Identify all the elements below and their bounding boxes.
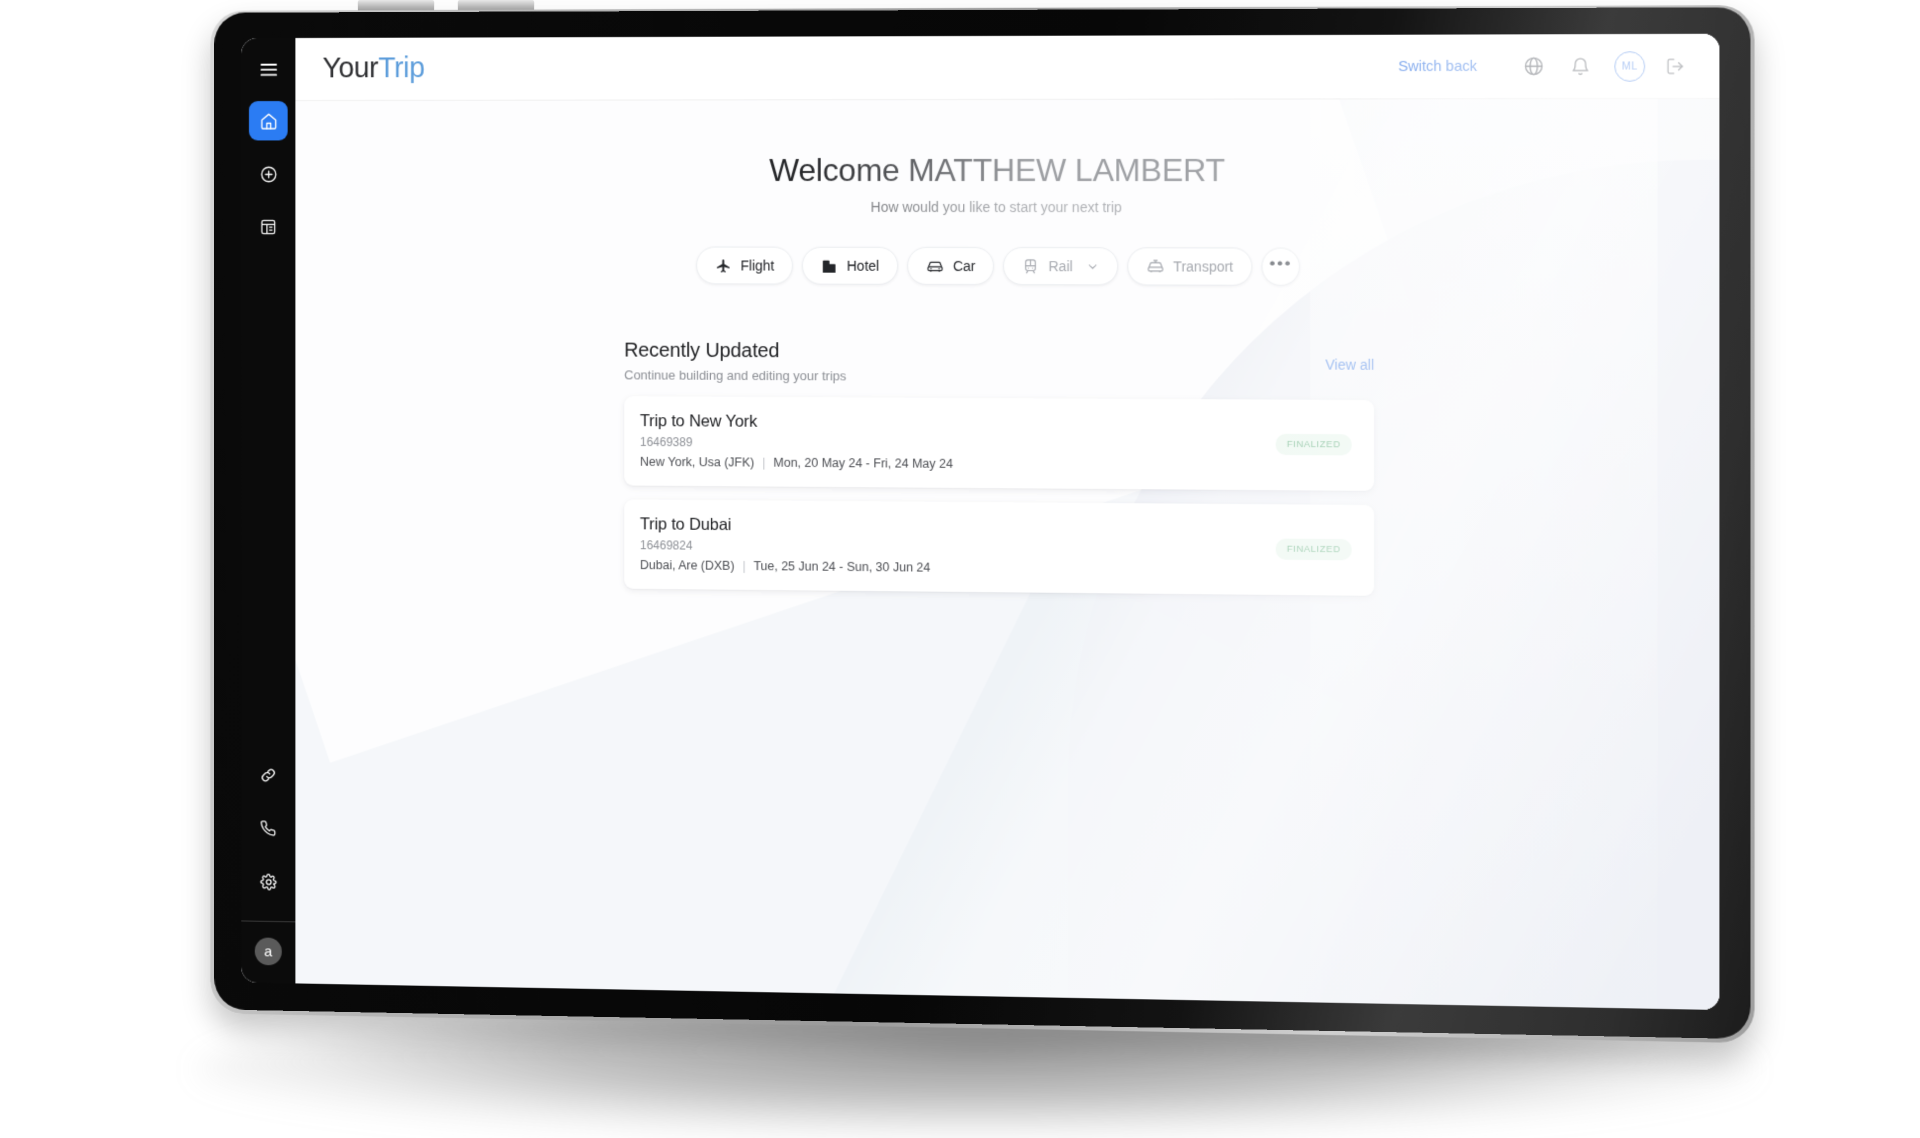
service-chip-hotel[interactable]: Hotel [802, 246, 899, 285]
sidebar-item-support-phone[interactable] [249, 808, 288, 848]
logout-icon [1665, 56, 1686, 76]
sidebar-account-avatar[interactable]: a [254, 937, 282, 966]
logo-text-primary: Your [322, 52, 379, 85]
header-spacer [425, 67, 1398, 69]
train-icon [1022, 258, 1039, 275]
link-icon [260, 766, 277, 784]
trip-meta: New York, Usa (JFK) | Mon, 20 May 24 - F… [640, 455, 1276, 473]
home-icon [259, 111, 277, 130]
switch-back-link[interactable]: Switch back [1398, 58, 1477, 74]
sidebar-item-links[interactable] [249, 755, 288, 795]
page-title: Welcome MATTHEW LAMBERT [295, 152, 1719, 190]
trip-dates: Mon, 20 May 24 - Fri, 24 May 24 [773, 455, 953, 471]
section-header-spacer [846, 341, 1325, 343]
bell-icon [1570, 56, 1591, 76]
section-header: Recently Updated Continue building and e… [624, 340, 1374, 386]
main-column: YourTrip Switch back ML Welcome MATTHEW … [295, 33, 1720, 1011]
trip-card-dubai[interactable]: Trip to Dubai 16469824 Dubai, Are (DXB) … [624, 499, 1375, 596]
app-root: a YourTrip Switch back ML Welcome MATTHE… [241, 33, 1720, 1011]
service-chip-rail[interactable]: Rail [1003, 247, 1118, 286]
device-bezel: a YourTrip Switch back ML Welcome MATTHE… [214, 7, 1751, 1040]
service-chip-label: Transport [1173, 258, 1234, 275]
section-subtitle: Continue building and editing your trips [624, 367, 847, 384]
user-avatar[interactable]: ML [1614, 50, 1646, 82]
meta-separator: | [762, 455, 766, 470]
trip-dates: Tue, 25 Jun 24 - Sun, 30 Jun 24 [753, 559, 931, 575]
globe-icon [1523, 56, 1545, 77]
trip-card-new-york[interactable]: Trip to New York 16469389 New York, Usa … [624, 396, 1375, 491]
status-badge: FINALIZED [1275, 538, 1352, 561]
service-chip-label: Rail [1048, 258, 1073, 275]
page-subtitle: How would you like to start your next tr… [295, 199, 1719, 216]
left-sidebar: a [241, 38, 296, 984]
trip-card-body: Trip to Dubai 16469824 Dubai, Are (DXB) … [640, 515, 1276, 577]
service-selector-row: Flight Hotel Car Rail Transport ••• [295, 246, 1719, 287]
recently-updated-section: Recently Updated Continue building and e… [624, 340, 1375, 596]
service-chip-label: Flight [740, 257, 775, 274]
sidebar-divider [241, 920, 296, 923]
trip-id: 16469389 [639, 435, 693, 450]
welcome-hero: Welcome MATTHEW LAMBERT How would you li… [295, 152, 1719, 216]
trip-title: Trip to New York [639, 412, 758, 431]
meta-separator: | [742, 558, 746, 573]
gear-icon [259, 872, 277, 891]
service-chip-car[interactable]: Car [907, 246, 995, 286]
app-logo[interactable]: YourTrip [323, 52, 425, 85]
tablet-mockup-scene: a YourTrip Switch back ML Welcome MATTHE… [0, 0, 1920, 1138]
language-globe-button[interactable] [1516, 49, 1551, 84]
status-badge: FINALIZED [1275, 433, 1352, 456]
trip-title: Trip to Dubai [639, 515, 732, 535]
plane-icon [715, 257, 732, 274]
trip-location: Dubai, Are (DXB) [639, 558, 735, 573]
hamburger-menu-button[interactable] [241, 38, 295, 101]
sidebar-item-home[interactable] [248, 101, 288, 141]
view-all-link[interactable]: View all [1325, 342, 1374, 373]
phone-icon [260, 819, 277, 837]
notifications-button[interactable] [1563, 49, 1598, 84]
service-chip-transport[interactable]: Transport [1126, 247, 1253, 286]
plus-circle-icon [259, 165, 277, 184]
top-header-bar: YourTrip Switch back ML [295, 33, 1720, 102]
device-screen: a YourTrip Switch back ML Welcome MATTHE… [241, 33, 1720, 1011]
sidebar-item-bookings-list[interactable] [249, 207, 288, 246]
trip-location: New York, Usa (JFK) [639, 454, 755, 470]
logo-text-accent: Trip [378, 52, 425, 85]
list-table-icon [260, 218, 277, 236]
service-chip-label: Hotel [846, 257, 880, 274]
section-title: Recently Updated [624, 339, 780, 363]
car-icon [926, 257, 944, 275]
sidebar-item-settings[interactable] [249, 862, 288, 902]
trip-meta: Dubai, Are (DXB) | Tue, 25 Jun 24 - Sun,… [640, 558, 1276, 578]
trip-card-body: Trip to New York 16469389 New York, Usa … [640, 412, 1276, 473]
content-canvas: Welcome MATTHEW LAMBERT How would you li… [295, 98, 1720, 1011]
trip-list: Trip to New York 16469389 New York, Usa … [624, 396, 1375, 596]
chevron-down-icon [1086, 260, 1099, 273]
service-chip-flight[interactable]: Flight [696, 246, 794, 285]
section-header-text: Recently Updated Continue building and e… [624, 340, 846, 384]
taxi-icon [1146, 257, 1164, 275]
building-icon [821, 257, 838, 274]
trip-id: 16469824 [639, 538, 693, 553]
more-services-button[interactable]: ••• [1261, 247, 1300, 286]
sidebar-item-create-trip[interactable] [249, 154, 288, 193]
hamburger-menu-icon [260, 63, 277, 76]
content-inner: Welcome MATTHEW LAMBERT How would you li… [295, 99, 1719, 1010]
service-chip-label: Car [952, 257, 976, 275]
logout-button[interactable] [1658, 49, 1693, 84]
